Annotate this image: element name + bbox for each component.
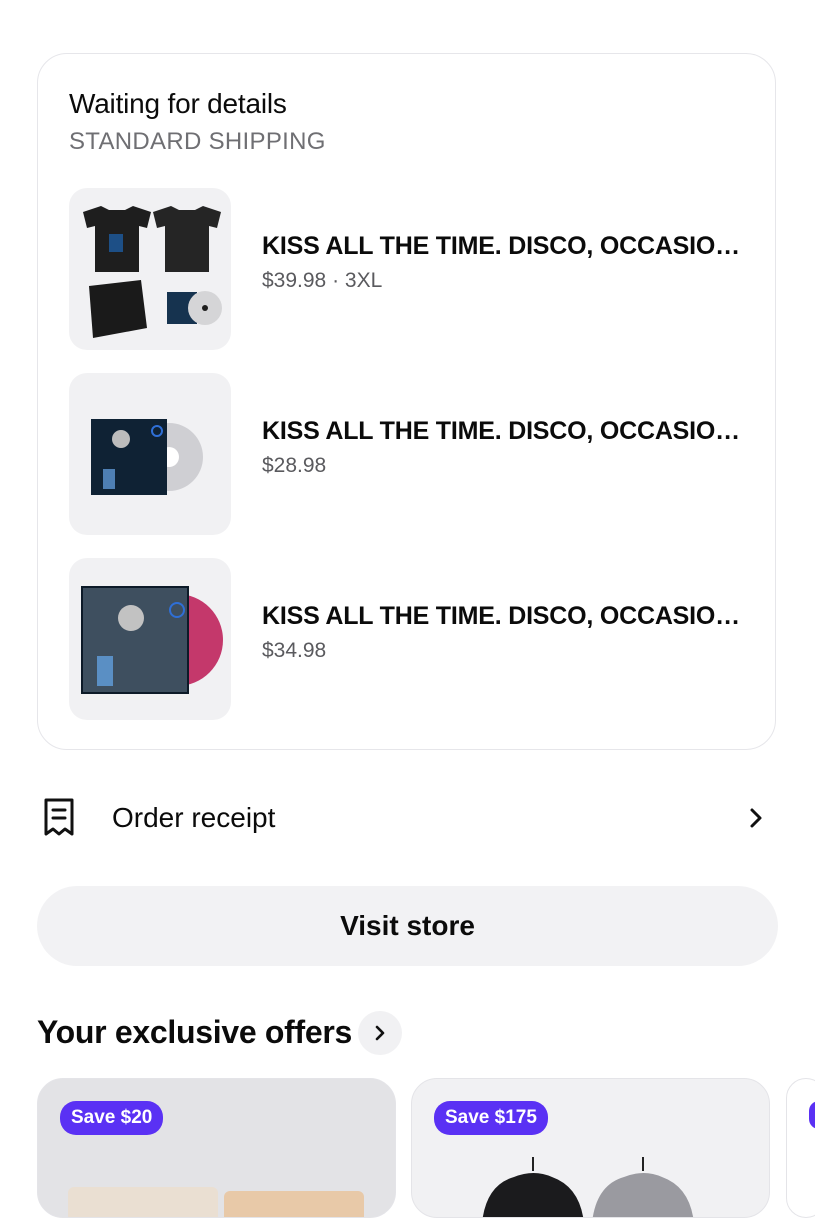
save-badge	[809, 1101, 815, 1129]
order-status-title: Waiting for details	[69, 88, 287, 119]
order-receipt-label: Order receipt	[112, 802, 276, 833]
order-item[interactable]: KISS ALL THE TIME. DISCO, OCCASIONALLY. …	[69, 188, 759, 350]
order-item[interactable]: KISS ALL THE TIME. DISCO, OCCASIONALLY. …	[69, 373, 759, 535]
item-title: KISS ALL THE TIME. DISCO, OCCASIONALLY.	[262, 232, 742, 260]
offers-arrow-button[interactable]	[358, 1011, 402, 1055]
item-price: $28.98	[262, 454, 327, 477]
item-title: KISS ALL THE TIME. DISCO, OCCASIONALLY.	[262, 602, 742, 630]
item-price-size: $39.98 · 3XL	[262, 269, 383, 292]
order-receipt-row[interactable]: Order receipt	[37, 790, 776, 850]
item-title: KISS ALL THE TIME. DISCO, OCCASIONALLY.	[262, 417, 742, 445]
item-thumbnail-cd	[69, 373, 231, 535]
offer-product-image	[68, 1187, 218, 1217]
item-price: $34.98	[262, 639, 327, 662]
offer-card-partial[interactable]	[786, 1078, 815, 1218]
offer-card[interactable]: Save $175	[411, 1078, 770, 1218]
order-item[interactable]: KISS ALL THE TIME. DISCO, OCCASIONALLY. …	[69, 558, 759, 720]
chevron-right-icon	[750, 808, 762, 828]
item-thumbnail-vinyl	[69, 558, 231, 720]
offers-heading: Your exclusive offers	[37, 1014, 353, 1050]
item-thumbnail-tshirt-bundle	[69, 188, 231, 350]
chevron-right-icon	[375, 1025, 385, 1041]
receipt-icon	[44, 798, 74, 836]
offer-product-image	[224, 1191, 364, 1217]
visit-store-button[interactable]: Visit store	[37, 886, 778, 966]
save-badge: Save $175	[434, 1101, 548, 1135]
shipping-method: STANDARD SHIPPING	[69, 128, 326, 155]
offer-card[interactable]: Save $20	[37, 1078, 396, 1218]
order-card: Waiting for details STANDARD SHIPPING KI…	[37, 53, 776, 750]
offer-product-image	[482, 1157, 694, 1217]
save-badge: Save $20	[60, 1101, 164, 1135]
